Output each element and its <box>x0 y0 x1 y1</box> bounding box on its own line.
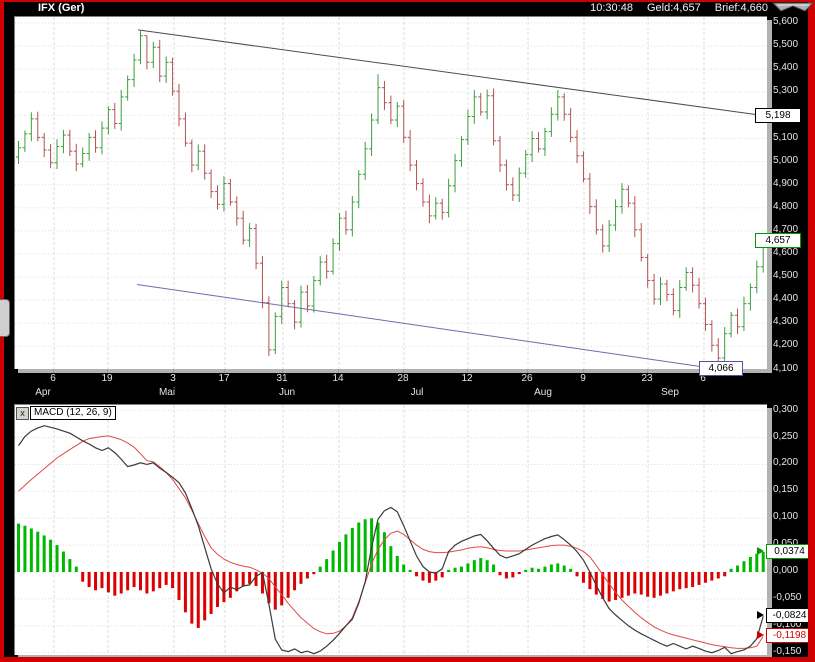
date-axis-tick <box>647 369 648 373</box>
time-label: 10:30:48 <box>590 2 633 14</box>
close-icon[interactable]: x <box>16 407 29 420</box>
macd-axis-tick-label: -0,150 <box>773 645 802 657</box>
date-axis-tick <box>53 369 54 373</box>
window-grip-icon[interactable] <box>772 0 814 13</box>
frame-border-top <box>0 0 815 2</box>
date-axis-tick <box>403 369 404 373</box>
macd-panel[interactable] <box>14 404 767 655</box>
macd-axis-tick-label: 0,000 <box>773 565 799 576</box>
date-axis-day-label: 26 <box>521 373 533 384</box>
date-axis-day-label: 3 <box>170 373 176 384</box>
date-axis-month-label: Jun <box>278 387 296 398</box>
date-axis-day-label: 17 <box>218 373 230 384</box>
quote-readout: 10:30:48 Geld:4,657 Brief:4,660 <box>576 2 768 14</box>
frame-border-right <box>808 0 815 662</box>
price-axis-tick-label: 5,000 <box>773 154 799 166</box>
ask-label: Brief:4,660 <box>714 2 768 14</box>
bid-label: Geld:4,657 <box>646 2 701 14</box>
date-axis-month-label: Apr <box>35 387 51 398</box>
date-axis-day-label: 12 <box>461 373 473 384</box>
date-axis-tick <box>173 369 174 373</box>
price-axis-tick-label: 4,900 <box>773 177 799 189</box>
date-axis-month-label: Mai <box>158 387 176 398</box>
date-axis-tick <box>224 369 225 373</box>
date-axis-month-label: Sep <box>661 387 679 398</box>
signal-value-tag: -0,1198 <box>766 628 813 643</box>
price-axis-tick-label: 5,500 <box>773 39 799 51</box>
macd-indicator-label[interactable]: MACD (12, 26, 9) <box>30 406 116 420</box>
date-axis-day-label: 31 <box>276 373 288 384</box>
splitter-handle[interactable] <box>0 299 10 337</box>
price-axis-tick-label: 5,100 <box>773 131 799 143</box>
date-axis-day-label: 9 <box>580 373 586 384</box>
price-axis-tick-label: 4,400 <box>773 293 799 305</box>
title-bar: IFX (Ger) 10:30:48 Geld:4,657 Brief:4,660 <box>4 2 808 15</box>
macd-axis-tick-label: 0,150 <box>773 484 799 496</box>
trendline-value-tag: 5,198 <box>755 108 801 123</box>
macd-chart <box>15 405 767 655</box>
price-axis-tick-label: 4,600 <box>773 247 799 258</box>
macd-value-tag: -0,0824 <box>766 608 813 623</box>
ohlc-chart <box>15 17 767 370</box>
histogram-value-tag: 0,0374 <box>766 544 813 559</box>
price-axis-tick-label: 5,400 <box>773 62 799 74</box>
date-axis-tick <box>338 369 339 373</box>
price-axis-tick-label: 4,200 <box>773 339 799 351</box>
symbol-title: IFX (Ger) <box>38 2 85 14</box>
macd-axis-tick-label: -0,050 <box>773 591 802 603</box>
date-axis-month-label: Jul <box>410 387 424 398</box>
macd-axis-tick-label: 0,250 <box>773 430 799 442</box>
price-axis-tick-label: 5,600 <box>773 16 799 27</box>
price-axis-tick-label: 5,300 <box>773 85 799 97</box>
macd-axis-tick-label: 0,200 <box>773 457 799 469</box>
macd-axis-tick-label: 0,100 <box>773 511 799 523</box>
date-axis-day-label: 6 <box>50 373 56 384</box>
date-axis-tick <box>282 369 283 373</box>
price-axis-tick-label: 4,800 <box>773 200 799 212</box>
price-chart-panel[interactable] <box>14 16 767 370</box>
macd-axis-tick-label: 0,300 <box>773 403 799 415</box>
date-axis-day-label: 28 <box>397 373 409 384</box>
date-axis-tick <box>467 369 468 373</box>
histogram-value-arrow-icon <box>757 547 768 555</box>
date-axis-tick <box>527 369 528 373</box>
signal-value-arrow-icon <box>757 631 768 639</box>
date-axis-day-label: 19 <box>101 373 113 384</box>
lower-trendline-value-tag: 4,066 <box>699 361 743 376</box>
price-axis-tick-label: 4,300 <box>773 316 799 328</box>
last-price-tag: 4,657 <box>755 233 801 248</box>
date-axis-month-label: Aug <box>534 387 552 398</box>
macd-value-arrow-icon <box>757 611 768 619</box>
date-axis-tick <box>583 369 584 373</box>
price-axis-tick-label: 4,500 <box>773 270 799 282</box>
date-axis-day-label: 14 <box>332 373 344 384</box>
frame-border-bottom <box>0 657 815 662</box>
date-axis-day-label: 23 <box>641 373 653 384</box>
chart-window: IFX (Ger) 10:30:48 Geld:4,657 Brief:4,660 … <box>0 0 815 662</box>
date-axis-tick <box>107 369 108 373</box>
price-axis-tick-label: 4,100 <box>773 362 799 374</box>
